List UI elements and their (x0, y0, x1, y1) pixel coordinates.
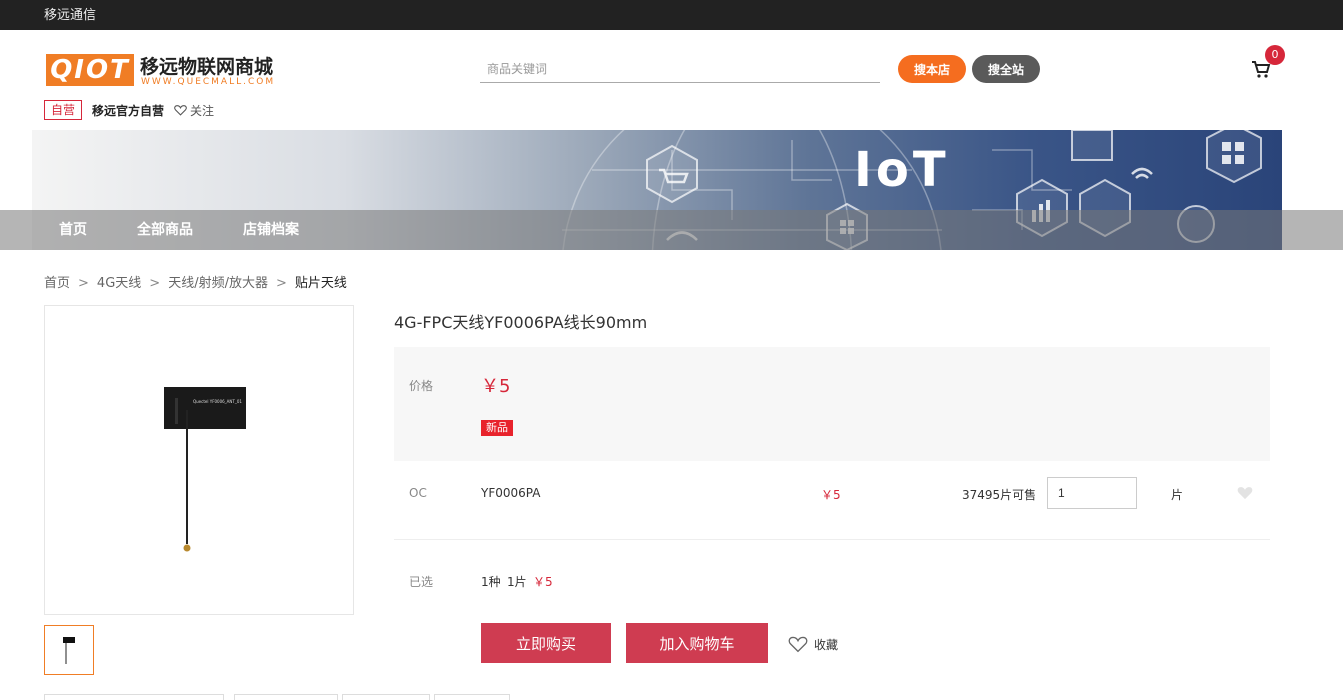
detail-tab[interactable] (44, 694, 224, 700)
breadcrumb-4g-antenna[interactable]: 4G天线 (97, 276, 141, 291)
collect-button[interactable]: 收藏 (788, 635, 838, 653)
site-logo[interactable]: QIOT 移远物联网商城 WWW.QUECMALL.COM (46, 52, 286, 92)
breadcrumb-home[interactable]: 首页 (44, 276, 70, 291)
sku-unit: 片 (1171, 488, 1184, 502)
breadcrumb-current: 贴片天线 (294, 276, 347, 291)
sku-stock: 37495片可售 (962, 488, 1037, 502)
breadcrumb-separator: > (275, 276, 287, 291)
qiot-logo-mark: QIOT (46, 54, 134, 86)
shop-nav: 首页 全部商品 店铺档案 (0, 210, 1343, 250)
company-name[interactable]: 移远通信 (44, 4, 96, 23)
nav-home[interactable]: 首页 (59, 210, 87, 250)
detail-tab[interactable] (342, 694, 430, 700)
antenna-image: Quectel YF0006_ANT_01 (164, 387, 246, 552)
antenna-label: Quectel YF0006_ANT_01 (193, 399, 242, 404)
add-to-cart-button[interactable]: 加入购物车 (626, 623, 768, 663)
search-input[interactable] (480, 56, 880, 82)
breadcrumb-antenna-rf[interactable]: 天线/射频/放大器 (168, 276, 268, 291)
thumbnail-image (63, 637, 75, 664)
banner-iot-text: IoT (854, 142, 950, 198)
follow-label: 关注 (190, 103, 215, 118)
selected-pieces: 1片 (507, 575, 527, 589)
quantity-input[interactable] (1047, 477, 1137, 509)
top-bar: 移远通信 (0, 0, 1343, 30)
nav-shop-profile[interactable]: 店铺档案 (243, 210, 299, 250)
heart-icon (174, 105, 187, 116)
selected-price: ￥5 (533, 575, 553, 589)
heart-outline-icon (788, 636, 808, 653)
site-title: 移远物联网商城 (140, 56, 274, 78)
buy-now-button[interactable]: 立即购买 (481, 623, 611, 663)
shop-info: 自营 移远官方自营 关注 (44, 100, 214, 120)
collect-label: 收藏 (814, 637, 839, 652)
sku-row: OC YF0006PA ￥5 37495片可售 片 (394, 461, 1270, 540)
search-box (480, 56, 880, 83)
product-title: 4G-FPC天线YF0006PA线长90mm (394, 313, 648, 332)
product-thumbnail[interactable] (44, 625, 94, 675)
product-main-image[interactable]: Quectel YF0006_ANT_01 (44, 305, 354, 615)
selected-label: 已选 (409, 575, 434, 589)
breadcrumb-separator: > (78, 276, 89, 291)
sku-model: YF0006PA (481, 486, 541, 500)
site-url: WWW.QUECMALL.COM (141, 77, 276, 87)
search-site-button[interactable]: 搜全站 (972, 55, 1040, 83)
search-store-button[interactable]: 搜本店 (898, 55, 966, 83)
sku-price: ￥5 (821, 488, 841, 502)
detail-tab[interactable] (234, 694, 338, 700)
cart-count-badge: 0 (1265, 45, 1285, 65)
new-badge: 新品 (481, 420, 513, 436)
breadcrumb-separator: > (149, 276, 161, 291)
self-operated-tag: 自营 (44, 100, 83, 120)
detail-tab[interactable] (434, 694, 510, 700)
price-value: ￥5 (481, 376, 511, 397)
shop-name[interactable]: 移远官方自营 (92, 102, 164, 119)
price-box: 价格 ￥5 新品 (394, 347, 1270, 461)
follow-button[interactable]: 关注 (174, 102, 214, 119)
price-label: 价格 (409, 379, 434, 393)
breadcrumb: 首页 >4G天线 > 天线/射频/放大器 > 贴片天线 (44, 272, 347, 291)
sku-type: OC (409, 486, 427, 500)
selected-kinds: 1种 (481, 575, 501, 589)
nav-all-products[interactable]: 全部商品 (137, 210, 193, 250)
favorite-heart-icon[interactable] (1237, 485, 1253, 504)
